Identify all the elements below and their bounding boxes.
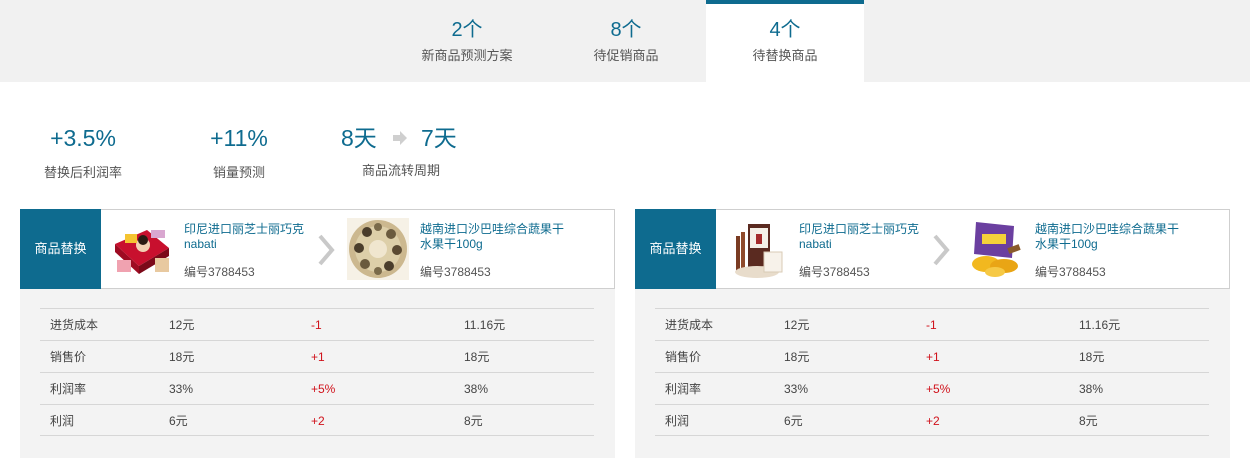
table-row: 利润 6元 +2 8元	[655, 404, 1209, 436]
tab-replacement-products[interactable]: 4个 待替换商品	[706, 0, 864, 82]
product-image	[962, 218, 1024, 280]
row-old-value: 18元	[169, 350, 195, 364]
metric-value: +3.5%	[50, 125, 116, 151]
metric-profit-rate: +3.5% 替换后利润率	[24, 124, 142, 182]
row-name: 利润	[665, 414, 690, 428]
card-header: 商品替换 印尼进口丽芝士丽巧克nabati 编号3788453 越南进口沙巴哇综…	[635, 209, 1230, 289]
row-old-value: 12元	[784, 318, 810, 332]
row-new-value: 8元	[1079, 414, 1098, 428]
cycle-to: 7天	[421, 125, 457, 151]
metric-cycle: 8天 7天	[330, 124, 470, 152]
tab-bar: 2个 新商品预测方案 8个 待促销商品 4个 待替换商品	[0, 0, 1250, 82]
product-code: 编号3788453	[799, 265, 870, 279]
row-delta: -1	[926, 318, 937, 332]
table-row: 利润 6元 +2 8元	[40, 404, 594, 436]
tab-label: 新商品预测方案	[421, 48, 513, 63]
comparison-table: 进货成本 12元 -1 11.16元 销售价 18元 +1 18元 利润率 33…	[20, 289, 615, 458]
metric-value: +11%	[210, 125, 268, 151]
row-old-value: 12元	[169, 318, 195, 332]
chevron-right-icon	[317, 234, 335, 271]
product-code: 编号3788453	[1035, 265, 1106, 279]
row-name: 利润	[50, 414, 75, 428]
product-code: 编号3788453	[420, 265, 491, 279]
row-old-value: 33%	[784, 382, 809, 396]
row-new-value: 18元	[464, 350, 490, 364]
product-image	[111, 218, 173, 280]
table-row: 销售价 18元 +1 18元	[655, 340, 1209, 372]
row-delta: +1	[311, 350, 325, 364]
row-delta: +5%	[311, 382, 336, 396]
row-new-value: 18元	[1079, 350, 1105, 364]
metric-sales: +11% 销量预测	[180, 124, 298, 182]
row-new-value: 11.16元	[464, 318, 506, 332]
card-label: 商品替换	[635, 209, 716, 289]
tab-label: 待替换商品	[752, 48, 818, 63]
row-delta: +2	[926, 414, 940, 428]
table-row: 利润率 33% +5% 38%	[40, 372, 594, 404]
row-old-value: 18元	[784, 350, 810, 364]
arrow-right-icon	[392, 130, 408, 151]
row-name: 销售价	[50, 350, 87, 364]
row-name: 利润率	[665, 382, 702, 396]
product-image	[347, 218, 409, 280]
product-name: 印尼进口丽芝士丽巧克nabati	[799, 222, 920, 251]
tab-count: 4个	[769, 19, 801, 41]
metric-label: 销量预测	[212, 165, 265, 180]
product-from[interactable]: 印尼进口丽芝士丽巧克nabati 编号3788453	[726, 218, 946, 282]
product-code: 编号3788453	[184, 265, 255, 279]
replacement-card: 商品替换 印尼进口丽芝士丽巧克nabati 编号3788453 越南进口沙巴哇综…	[635, 209, 1230, 458]
table-row: 利润率 33% +5% 38%	[655, 372, 1209, 404]
tab-count: 8个	[610, 19, 642, 41]
product-name: 越南进口沙巴哇综合蔬果干水果干100g	[1035, 222, 1180, 251]
row-new-value: 38%	[1079, 382, 1104, 396]
row-delta: +5%	[926, 382, 951, 396]
row-old-value: 33%	[169, 382, 194, 396]
table-row: 进货成本 12元 -1 11.16元	[655, 308, 1209, 340]
replacement-card: 商品替换 印尼进口丽芝士丽巧克nabati 编号3788453 越南进口沙巴哇综…	[20, 209, 615, 458]
card-header: 商品替换 印尼进口丽芝士丽巧克nabati 编号3788453 越南进口沙巴哇综…	[20, 209, 615, 289]
row-name: 进货成本	[665, 318, 714, 332]
tab-label: 待促销商品	[593, 48, 659, 63]
tab-count: 2个	[451, 19, 483, 41]
card-label: 商品替换	[20, 209, 101, 289]
product-from[interactable]: 印尼进口丽芝士丽巧克nabati 编号3788453	[111, 218, 331, 282]
metric-label: 商品流转周期	[361, 163, 440, 178]
row-new-value: 11.16元	[1079, 318, 1121, 332]
row-name: 利润率	[50, 382, 87, 396]
product-to[interactable]: 越南进口沙巴哇综合蔬果干水果干100g 编号3788453	[347, 218, 587, 282]
product-name: 印尼进口丽芝士丽巧克nabati	[184, 222, 305, 251]
tab-promotion-products[interactable]: 8个 待促销商品	[547, 0, 705, 82]
row-name: 进货成本	[50, 318, 99, 332]
row-old-value: 6元	[784, 414, 803, 428]
row-name: 销售价	[665, 350, 702, 364]
row-delta: +2	[311, 414, 325, 428]
chevron-right-icon	[932, 234, 950, 271]
row-delta: +1	[926, 350, 940, 364]
table-row: 销售价 18元 +1 18元	[40, 340, 594, 372]
row-new-value: 8元	[464, 414, 483, 428]
product-name: 越南进口沙巴哇综合蔬果干水果干100g	[420, 222, 565, 251]
metric-label: 替换后利润率	[43, 165, 122, 180]
cycle-from: 8天	[341, 125, 377, 151]
row-delta: -1	[311, 318, 322, 332]
row-old-value: 6元	[169, 414, 188, 428]
product-to[interactable]: 越南进口沙巴哇综合蔬果干水果干100g 编号3788453	[962, 218, 1202, 282]
tab-new-product-plan[interactable]: 2个 新商品预测方案	[388, 0, 546, 82]
product-image	[726, 218, 788, 280]
table-row: 进货成本 12元 -1 11.16元	[40, 308, 594, 340]
comparison-table: 进货成本 12元 -1 11.16元 销售价 18元 +1 18元 利润率 33…	[635, 289, 1230, 458]
row-new-value: 38%	[464, 382, 489, 396]
